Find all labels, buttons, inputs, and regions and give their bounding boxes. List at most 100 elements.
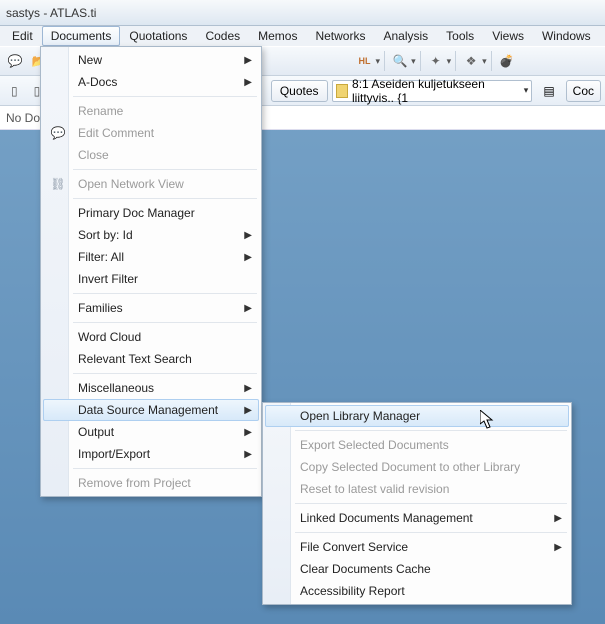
menu-views[interactable]: Views: [483, 26, 533, 46]
dsm-item-copy-selected-document-to-other-library: Copy Selected Document to other Library: [265, 456, 569, 478]
submenu-arrow-icon: ▶: [244, 383, 252, 394]
search-icon[interactable]: 🔍: [389, 50, 411, 72]
menu-item-label: Copy Selected Document to other Library: [300, 460, 520, 474]
submenu-arrow-icon: ▶: [244, 427, 252, 438]
documents-item-new[interactable]: New ▶: [43, 49, 259, 71]
submenu-arrow-icon: ▶: [244, 230, 252, 241]
documents-menu: New ▶ A-Docs ▶ Rename Edit Comment 💬 Close Open …: [40, 46, 262, 497]
xml-icon[interactable]: HL: [354, 50, 376, 72]
bomb-icon[interactable]: 💣: [496, 50, 518, 72]
submenu-arrow-icon: ▶: [554, 542, 562, 553]
dsm-item-linked-documents-management[interactable]: Linked Documents Management ▶: [265, 507, 569, 529]
menu-item-label: Import/Export: [78, 447, 150, 461]
menu-item-label: Edit Comment: [78, 126, 154, 140]
menu-item-label: Open Network View: [78, 177, 184, 191]
dsm-separator: [295, 503, 567, 504]
submenu-arrow-icon: ▶: [244, 449, 252, 460]
menu-item-label: Miscellaneous: [78, 381, 154, 395]
menu-item-label: Invert Filter: [78, 272, 138, 286]
menu-quotations[interactable]: Quotations: [120, 26, 196, 46]
data-source-management-submenu: Open Library Manager Export Selected Docu…: [262, 402, 572, 605]
documents-separator: [73, 468, 257, 469]
menu-item-label: Clear Documents Cache: [300, 562, 431, 576]
menu-analysis[interactable]: Analysis: [374, 26, 437, 46]
submenu-arrow-icon: ▶: [244, 405, 252, 416]
submenu-arrow-icon: ▶: [244, 77, 252, 88]
documents-item-import-export[interactable]: Import/Export ▶: [43, 443, 259, 465]
documents-item-primary-doc-manager[interactable]: Primary Doc Manager: [43, 202, 259, 224]
menu-item-label: Reset to latest valid revision: [300, 482, 449, 496]
documents-item-word-cloud[interactable]: Word Cloud: [43, 326, 259, 348]
speech-icon: 💬: [48, 126, 68, 140]
menu-windows[interactable]: Windows: [533, 26, 600, 46]
menu-networks[interactable]: Networks: [306, 26, 374, 46]
menu-item-label: Word Cloud: [78, 330, 141, 344]
documents-item-data-source-management[interactable]: Data Source Management ▶: [43, 399, 259, 421]
menu-item-label: Close: [78, 148, 109, 162]
menu-item-label: Relevant Text Search: [78, 352, 192, 366]
menu-item-label: Open Library Manager: [300, 409, 420, 423]
codes-icon[interactable]: ❖: [460, 50, 482, 72]
menu-codes[interactable]: Codes: [196, 26, 249, 46]
submenu-arrow-icon: ▶: [244, 55, 252, 66]
dsm-item-accessibility-report[interactable]: Accessibility Report: [265, 580, 569, 602]
documents-item-invert-filter[interactable]: Invert Filter: [43, 268, 259, 290]
menu-item-label: Linked Documents Management: [300, 511, 473, 525]
submenu-arrow-icon: ▶: [554, 513, 562, 524]
quotation-selector[interactable]: 8:1 Aseiden kuljetukseen liittyvis.. {1 …: [332, 80, 533, 102]
speech-icon[interactable]: 💬: [4, 50, 26, 72]
documents-item-a-docs[interactable]: A-Docs ▶: [43, 71, 259, 93]
documents-separator: [73, 293, 257, 294]
documents-item-close: Close: [43, 144, 259, 166]
wand-icon[interactable]: ✦: [425, 50, 447, 72]
documents-item-miscellaneous[interactable]: Miscellaneous ▶: [43, 377, 259, 399]
window-title: sastys - ATLAS.ti: [6, 6, 96, 20]
documents-separator: [73, 373, 257, 374]
menu-edit[interactable]: Edit: [3, 26, 42, 46]
documents-item-rename: Rename: [43, 100, 259, 122]
documents-separator: [73, 169, 257, 170]
dsm-item-export-selected-documents: Export Selected Documents: [265, 434, 569, 456]
nav-button[interactable]: ▤: [536, 80, 561, 102]
submenu-arrow-icon: ▶: [244, 303, 252, 314]
menu-item-label: Remove from Project: [78, 476, 191, 490]
documents-separator: [73, 96, 257, 97]
documents-item-filter-all[interactable]: Filter: All ▶: [43, 246, 259, 268]
documents-item-sort-by-id[interactable]: Sort by: Id ▶: [43, 224, 259, 246]
dsm-item-clear-documents-cache[interactable]: Clear Documents Cache: [265, 558, 569, 580]
documents-separator: [73, 322, 257, 323]
documents-separator: [73, 198, 257, 199]
menu-tools[interactable]: Tools: [437, 26, 483, 46]
menu-item-label: New: [78, 53, 102, 67]
menu-item-label: Export Selected Documents: [300, 438, 449, 452]
menu-item-label: Filter: All: [78, 250, 124, 264]
menu-item-label: File Convert Service: [300, 540, 408, 554]
quotation-selector-text: 8:1 Aseiden kuljetukseen liittyvis.. {1: [352, 77, 520, 105]
documents-item-families[interactable]: Families ▶: [43, 297, 259, 319]
dsm-separator: [295, 430, 567, 431]
dsm-item-reset-to-latest-valid-revision: Reset to latest valid revision: [265, 478, 569, 500]
doc-icon: [336, 84, 348, 98]
documents-item-edit-comment: Edit Comment 💬: [43, 122, 259, 144]
menu-item-label: Sort by: Id: [78, 228, 133, 242]
submenu-arrow-icon: ▶: [244, 252, 252, 263]
menu-item-label: Rename: [78, 104, 123, 118]
menu-memos[interactable]: Memos: [249, 26, 306, 46]
pdocs-button[interactable]: ▯: [4, 80, 25, 102]
dsm-item-file-convert-service[interactable]: File Convert Service ▶: [265, 536, 569, 558]
documents-item-relevant-text-search[interactable]: Relevant Text Search: [43, 348, 259, 370]
title-bar: sastys - ATLAS.ti: [0, 0, 605, 26]
documents-item-output[interactable]: Output▶: [43, 421, 259, 443]
coc-button[interactable]: Coc: [566, 80, 601, 102]
menu-item-label: Data Source Management: [78, 403, 218, 417]
menu-item-label: A-Docs: [78, 75, 117, 89]
menu-documents[interactable]: Documents: [42, 26, 121, 46]
quotes-button[interactable]: Quotes: [271, 80, 328, 102]
documents-item-remove-from-project: Remove from Project: [43, 472, 259, 494]
documents-item-open-network-view: Open Network View ⛓: [43, 173, 259, 195]
net-icon: ⛓: [48, 177, 68, 191]
dsm-item-open-library-manager[interactable]: Open Library Manager: [265, 405, 569, 427]
menu-help[interactable]: Help: [600, 26, 605, 46]
menu-item-label: Primary Doc Manager: [78, 206, 195, 220]
menu-item-label: Families: [78, 301, 123, 315]
